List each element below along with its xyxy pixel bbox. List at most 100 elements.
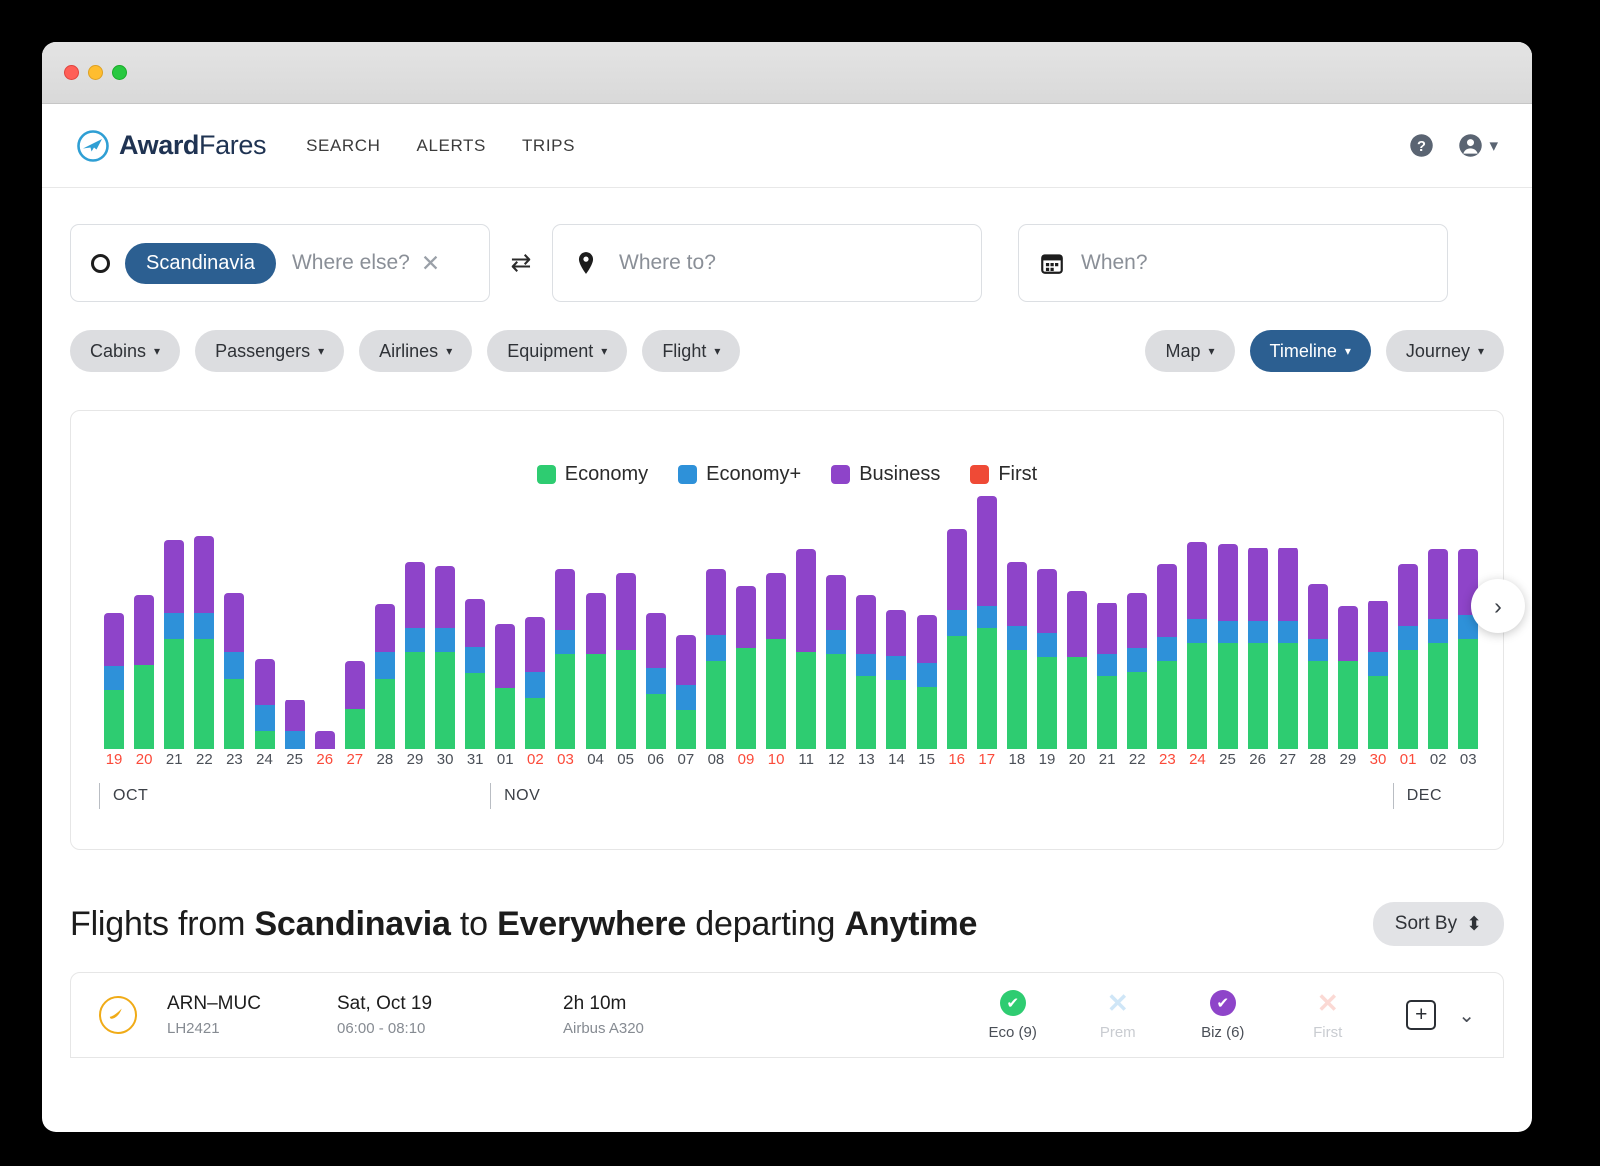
when-field[interactable]: When?: [1018, 224, 1448, 302]
chart-bar-column[interactable]: [1092, 602, 1122, 749]
cabin-prem[interactable]: ✕ Prem: [1065, 990, 1170, 1041]
stacked-bar[interactable]: [404, 562, 425, 749]
stacked-bar[interactable]: [465, 599, 486, 749]
chart-bar-column[interactable]: [701, 569, 731, 749]
chart-bar-column[interactable]: [1333, 606, 1363, 749]
chart-bar-column[interactable]: [460, 599, 490, 749]
stacked-bar[interactable]: [1217, 544, 1238, 749]
chart-bar-column[interactable]: [400, 562, 430, 749]
chart-bar-column[interactable]: [340, 661, 370, 749]
stacked-bar[interactable]: [1247, 547, 1268, 749]
chart-bar-column[interactable]: [550, 569, 580, 749]
stacked-bar[interactable]: [1006, 562, 1027, 749]
legend-item-economy-plus[interactable]: Economy+: [678, 463, 801, 486]
stacked-bar[interactable]: [976, 496, 997, 749]
chart-bar-column[interactable]: [1182, 542, 1212, 749]
cabin-first[interactable]: ✕ First: [1275, 990, 1380, 1041]
stacked-bar[interactable]: [1157, 564, 1178, 749]
stacked-bar[interactable]: [1187, 542, 1208, 749]
filter-pill-journey[interactable]: Journey ▾: [1385, 330, 1504, 372]
filter-pill-map[interactable]: Map ▾: [1145, 330, 1235, 372]
chart-bar-column[interactable]: [490, 624, 520, 749]
legend-item-business[interactable]: Business: [831, 463, 940, 486]
chart-bar-column[interactable]: [310, 731, 340, 749]
stacked-bar[interactable]: [796, 549, 817, 749]
stacked-bar[interactable]: [826, 575, 847, 749]
chart-bar-column[interactable]: [1393, 564, 1423, 749]
stacked-bar[interactable]: [495, 624, 516, 749]
chart-bar-column[interactable]: [520, 617, 550, 749]
chart-bar-column[interactable]: [821, 575, 851, 749]
chart-bar-column[interactable]: [641, 613, 671, 749]
stacked-bar[interactable]: [766, 573, 787, 749]
chart-bar-column[interactable]: [731, 586, 761, 749]
filter-pill-equipment[interactable]: Equipment ▾: [487, 330, 628, 372]
chart-bar-column[interactable]: [611, 573, 641, 749]
stacked-bar[interactable]: [224, 593, 245, 749]
chart-bar-column[interactable]: [159, 540, 189, 749]
chart-bar-column[interactable]: [129, 595, 159, 749]
stacked-bar[interactable]: [164, 540, 185, 749]
stacked-bar[interactable]: [1428, 549, 1449, 749]
chart-bar-column[interactable]: [99, 613, 129, 749]
chart-bar-column[interactable]: [912, 615, 942, 749]
chart-bar-column[interactable]: [1243, 547, 1273, 749]
nav-link-search[interactable]: SEARCH: [306, 136, 380, 156]
nav-link-alerts[interactable]: ALERTS: [417, 136, 486, 156]
stacked-bar[interactable]: [1127, 593, 1148, 749]
stacked-bar[interactable]: [525, 617, 546, 749]
origin-field[interactable]: Scandinavia Where else? ✕: [70, 224, 490, 302]
chart-bar-column[interactable]: [430, 566, 460, 749]
chart-bar-column[interactable]: [1152, 564, 1182, 749]
chart-bar-column[interactable]: [249, 659, 279, 749]
chart-bar-column[interactable]: [1062, 591, 1092, 749]
legend-item-economy[interactable]: Economy: [536, 463, 648, 486]
stacked-bar[interactable]: [946, 529, 967, 749]
stacked-bar[interactable]: [314, 731, 335, 749]
chart-bar-column[interactable]: [1303, 584, 1333, 749]
filter-pill-airlines[interactable]: Airlines ▾: [359, 330, 473, 372]
maximize-window-button[interactable]: [112, 65, 127, 80]
chart-bar-column[interactable]: [280, 699, 310, 749]
stacked-bar[interactable]: [254, 659, 275, 749]
stacked-bar[interactable]: [1367, 600, 1388, 749]
close-window-button[interactable]: [64, 65, 79, 80]
table-row[interactable]: ARN–MUC LH2421 Sat, Oct 19 06:00 - 08:10 2h …: [71, 973, 1503, 1057]
stacked-bar[interactable]: [104, 613, 125, 749]
chart-bar-column[interactable]: [1002, 562, 1032, 749]
help-circle-icon[interactable]: ?: [1408, 132, 1435, 159]
stacked-bar[interactable]: [886, 610, 907, 749]
stacked-bar[interactable]: [1277, 547, 1298, 749]
stacked-bar[interactable]: [615, 573, 636, 749]
chart-bar-column[interactable]: [671, 635, 701, 749]
filter-pill-passengers[interactable]: Passengers ▾: [195, 330, 345, 372]
brand-logo[interactable]: AwardFares: [76, 129, 266, 163]
chart-bar-column[interactable]: [972, 496, 1002, 749]
swap-icon[interactable]: ⇄: [490, 248, 552, 278]
chart-bar-column[interactable]: [370, 604, 400, 749]
stacked-bar[interactable]: [374, 604, 395, 749]
cabin-eco[interactable]: ✔ Eco (9): [960, 989, 1065, 1041]
chart-bar-column[interactable]: [189, 536, 219, 749]
chart-bar-column[interactable]: [219, 593, 249, 749]
minimize-window-button[interactable]: [88, 65, 103, 80]
stacked-bar[interactable]: [435, 566, 456, 749]
account-menu[interactable]: ▾: [1457, 132, 1498, 159]
close-icon[interactable]: ✕: [421, 250, 440, 277]
sort-by-button[interactable]: Sort By ⬍: [1372, 902, 1504, 946]
legend-item-first[interactable]: First: [970, 463, 1037, 486]
chart-bar-column[interactable]: [942, 529, 972, 749]
stacked-bar[interactable]: [1067, 591, 1088, 749]
stacked-bar[interactable]: [344, 661, 365, 749]
chart-bar-column[interactable]: [761, 573, 791, 749]
chart-bar-column[interactable]: [581, 593, 611, 749]
stacked-bar[interactable]: [1398, 564, 1419, 749]
chart-bar-column[interactable]: [851, 595, 881, 749]
origin-chip-scandinavia[interactable]: Scandinavia: [125, 242, 276, 284]
nav-link-trips[interactable]: TRIPS: [522, 136, 575, 156]
chart-bar-column[interactable]: [1423, 549, 1453, 749]
filter-pill-flight[interactable]: Flight ▾: [642, 330, 741, 372]
stacked-bar[interactable]: [1097, 602, 1118, 749]
stacked-bar[interactable]: [705, 569, 726, 749]
chart-bar-column[interactable]: [1453, 549, 1483, 749]
